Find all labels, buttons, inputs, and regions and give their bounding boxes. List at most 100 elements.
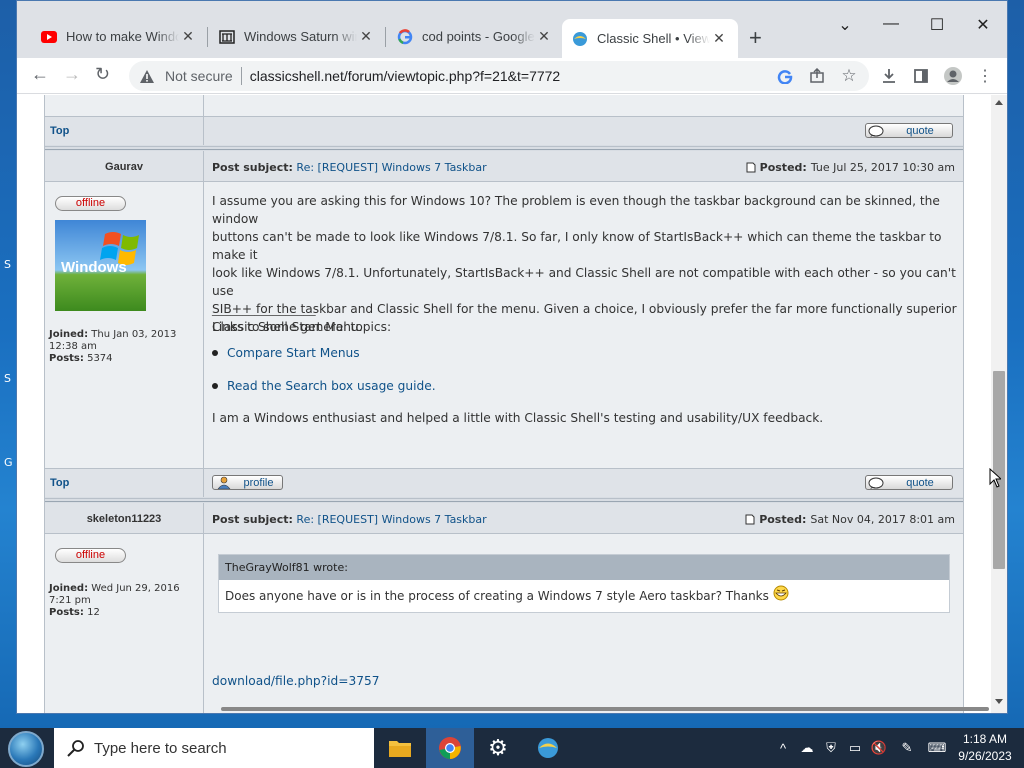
quote-icon <box>866 124 888 137</box>
post-author[interactable]: skeleton11223 <box>45 513 203 525</box>
tab-title: How to make Windows 7 ... <box>66 29 179 44</box>
user-info: Joined: Thu Jan 03, 2013 12:38 am Posts:… <box>49 329 176 365</box>
bookmark-star-icon[interactable]: ☆ <box>839 66 859 86</box>
taskbar-search[interactable]: Type here to search <box>54 728 374 768</box>
volume-muted-icon[interactable]: 🔇 <box>870 739 888 757</box>
chrome-button[interactable] <box>426 728 474 768</box>
offline-status-badge: offline <box>55 548 126 563</box>
post-line: I assume you are asking this for Windows… <box>212 194 940 226</box>
reload-icon[interactable]: ↻ <box>95 64 110 85</box>
subject-link[interactable]: Re: [REQUEST] Windows 7 Taskbar <box>296 513 486 526</box>
pen-icon[interactable]: ✎ <box>898 739 916 757</box>
previous-post-tail <box>45 95 963 117</box>
display-icon[interactable]: ▭ <box>846 739 864 757</box>
tab-search-icon[interactable]: ⌄ <box>835 15 855 35</box>
clock-date: 9/26/2023 <box>958 749 1012 763</box>
divider <box>45 501 963 502</box>
not-secure-label[interactable]: Not secure <box>165 68 233 84</box>
scroll-up-icon[interactable] <box>995 100 1003 105</box>
signature-link[interactable]: Compare Start Menus <box>227 346 360 360</box>
classic-shell-button[interactable] <box>524 728 572 768</box>
top-link[interactable]: Top <box>50 125 69 137</box>
top-link[interactable]: Top <box>50 477 69 489</box>
search-icon <box>66 738 86 758</box>
url-text[interactable]: classicshell.net/forum/viewtopic.php?f=2… <box>250 68 561 84</box>
maximize-button[interactable]: ☐ <box>927 15 947 35</box>
subject-label: Post subject: <box>212 513 293 526</box>
close-icon[interactable]: ✕ <box>535 28 553 45</box>
joined-time: 12:38 am <box>49 341 97 352</box>
divider <box>203 117 204 145</box>
tab-classic-shell[interactable]: Classic Shell • View topic ✕ <box>562 19 738 58</box>
browser-window: How to make Windows 7 ... ✕ Windows Satu… <box>16 0 1008 714</box>
post-line: SIB++ for the taskbar and Classic Shell … <box>212 302 957 316</box>
start-button[interactable] <box>8 731 44 767</box>
file-explorer-button[interactable] <box>376 728 424 768</box>
desktop-icon-label[interactable]: G <box>4 456 13 469</box>
divider <box>240 67 242 85</box>
close-icon[interactable]: ✕ <box>179 28 197 45</box>
tab-strip: How to make Windows 7 ... ✕ Windows Satu… <box>17 1 1007 58</box>
close-icon[interactable]: ✕ <box>710 30 728 47</box>
post-line: look like Windows 7/8.1. Unfortunately, … <box>212 266 956 298</box>
new-tab-button[interactable]: + <box>749 25 762 51</box>
post-icon[interactable] <box>746 162 756 173</box>
quote-button[interactable]: quote <box>865 123 953 138</box>
download-icon[interactable] <box>879 66 899 86</box>
signature-footer: I am a Windows enthusiast and helped a l… <box>212 411 824 425</box>
smiley-icon <box>773 585 789 601</box>
quote-body: Does anyone have or is in the process of… <box>219 580 949 612</box>
horizontal-scrollbar[interactable] <box>217 705 1007 713</box>
posted-label: Posted: <box>759 513 807 526</box>
post-left-cell <box>45 95 203 117</box>
desktop-icon-label[interactable]: S <box>4 258 11 271</box>
quote-text: Does anyone have or is in the process of… <box>225 589 769 603</box>
attachment-link[interactable]: download/file.php?id=3757 <box>212 672 380 690</box>
settings-button[interactable]: ⚙ <box>474 728 522 768</box>
horizontal-scrollbar-thumb[interactable] <box>221 707 989 711</box>
back-icon[interactable]: ← <box>31 64 49 85</box>
joined-date: Wed Jun 29, 2016 <box>91 583 180 594</box>
close-window-button[interactable]: ✕ <box>973 15 993 35</box>
chevron-up-icon[interactable]: ^ <box>774 739 792 757</box>
google-translate-icon[interactable] <box>775 66 795 86</box>
warning-icon[interactable] <box>139 68 155 84</box>
signature-link[interactable]: Read the Search box usage guide. <box>227 379 436 393</box>
network-offline-icon[interactable]: ☁ <box>798 739 816 757</box>
post-footer: Top quote <box>45 117 963 145</box>
tab-google[interactable]: cod points - Google Search ✕ <box>387 19 563 54</box>
address-bar[interactable]: Not secure classicshell.net/forum/viewto… <box>129 61 869 91</box>
search-placeholder: Type here to search <box>94 739 227 757</box>
share-icon[interactable] <box>807 66 827 86</box>
bullet-icon <box>212 350 218 356</box>
tab-wikipedia[interactable]: Windows Saturn win 7 ... ✕ <box>209 19 385 54</box>
offline-status-badge: offline <box>55 196 126 211</box>
divider <box>45 149 963 150</box>
profile-button[interactable]: profile <box>212 475 283 490</box>
taskbar-clock[interactable]: 1:18 AM 9/26/2023 <box>950 731 1020 765</box>
subject-link[interactable]: Re: [REQUEST] Windows 7 Taskbar <box>296 161 486 174</box>
signature-intro: Links to some general topics: <box>212 320 392 334</box>
side-panel-icon[interactable] <box>911 66 931 86</box>
menu-kebab-icon[interactable]: ⋮ <box>975 66 995 86</box>
forward-icon[interactable]: → <box>63 64 81 85</box>
keyboard-icon[interactable]: ⌨ <box>926 739 948 757</box>
close-icon[interactable]: ✕ <box>357 28 375 45</box>
scroll-down-icon[interactable] <box>995 699 1003 704</box>
post-icon[interactable] <box>745 514 755 525</box>
posted-label: Posted: <box>759 161 807 174</box>
profile-avatar-icon[interactable] <box>943 66 963 86</box>
post-header: skeleton11223 Post subject: Re: [REQUEST… <box>45 503 963 533</box>
post-subject: Post subject: Re: [REQUEST] Windows 7 Ta… <box>212 161 487 174</box>
signature-list-item: Read the Search box usage guide. <box>212 379 436 393</box>
posts-label: Posts: <box>49 607 84 618</box>
minimize-button[interactable]: — <box>881 15 901 33</box>
bullet-icon <box>212 383 218 389</box>
joined-label: Joined: <box>49 583 89 594</box>
desktop-icon-label[interactable]: S <box>4 372 11 385</box>
vertical-scrollbar[interactable] <box>991 95 1007 713</box>
quote-button[interactable]: quote <box>865 475 953 490</box>
security-shield-icon[interactable]: ⛨ <box>822 739 840 757</box>
post-author[interactable]: Gaurav <box>45 161 203 173</box>
tab-youtube[interactable]: How to make Windows 7 ... ✕ <box>31 19 207 54</box>
